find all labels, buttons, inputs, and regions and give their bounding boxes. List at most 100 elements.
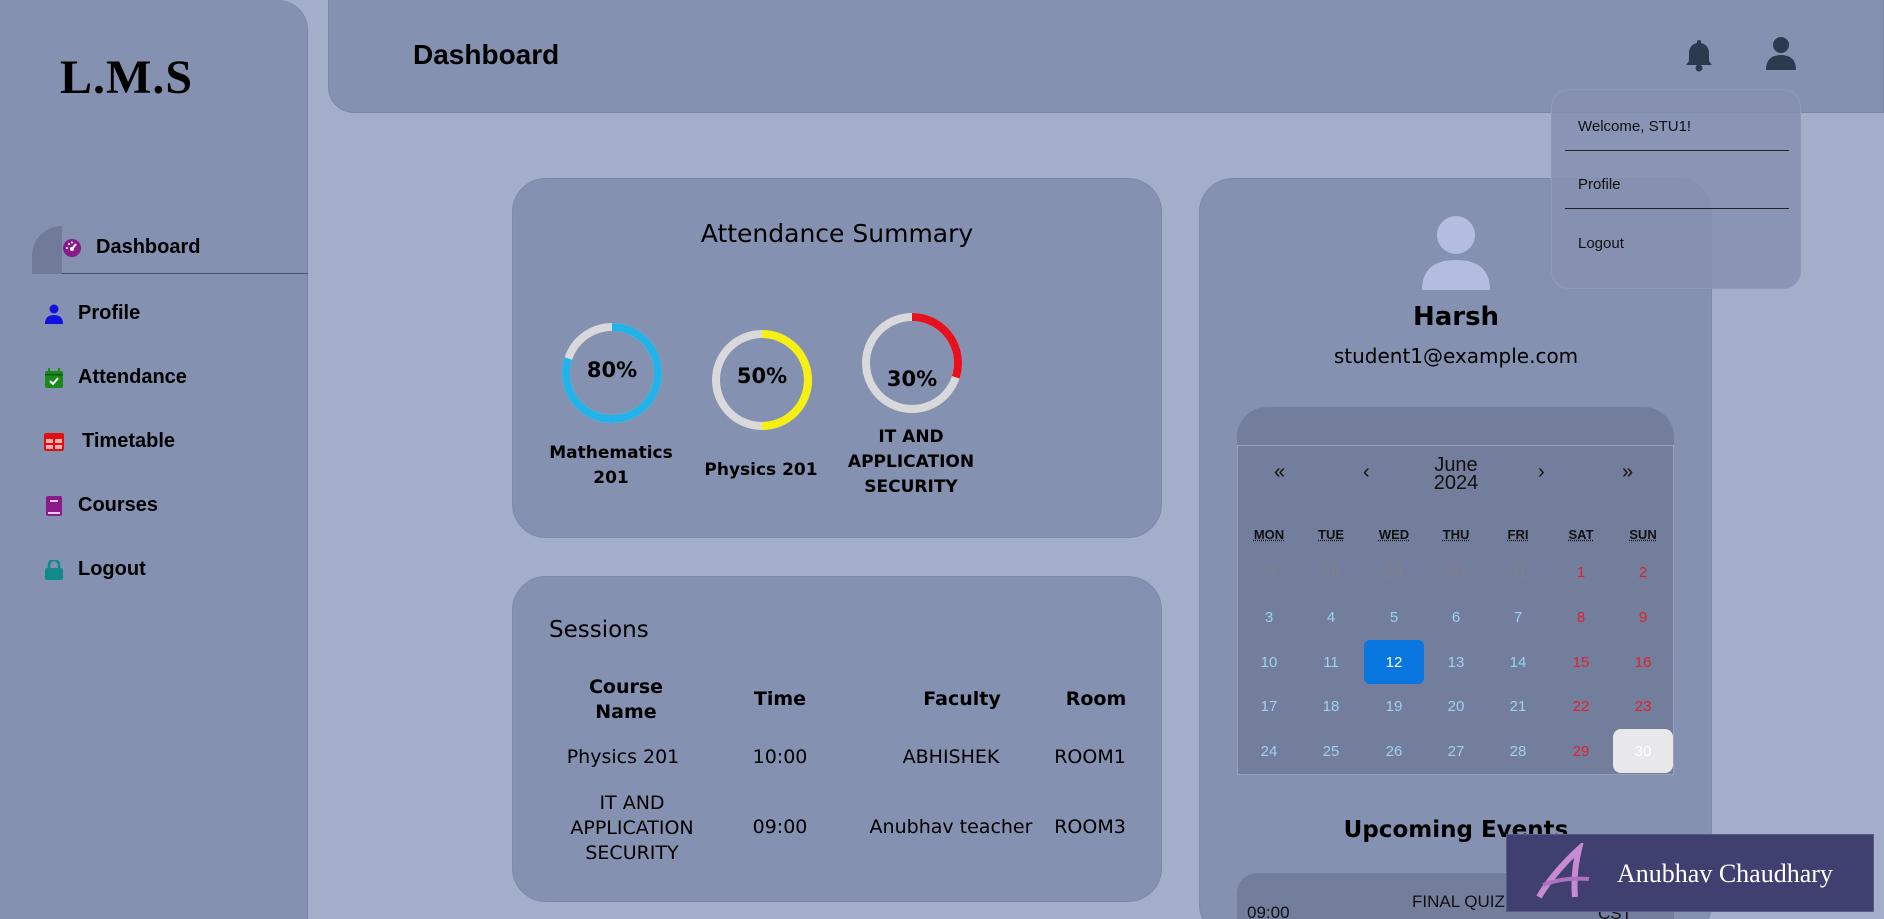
- calendar-day[interactable]: 29: [1551, 729, 1611, 773]
- divider: [1565, 208, 1789, 209]
- divider: [1565, 150, 1789, 151]
- table-cell: 10:00: [740, 745, 820, 770]
- calendar-day[interactable]: 30: [1613, 729, 1673, 773]
- watermark-text: Anubhav Chaudhary: [1617, 859, 1833, 889]
- sidebar-item-timetable[interactable]: Timetable: [44, 430, 175, 453]
- profile-email: student1@example.com: [1200, 344, 1712, 368]
- prev-month-button[interactable]: ‹: [1363, 461, 1370, 484]
- calendar-day[interactable]: 22: [1551, 684, 1611, 728]
- table-cell: Physics 201: [548, 745, 698, 770]
- calendar-day[interactable]: 8: [1551, 595, 1611, 639]
- next-year-button[interactable]: »: [1622, 461, 1633, 484]
- lock-icon: [44, 560, 64, 580]
- table-cell: ROOM1: [1050, 745, 1130, 770]
- calendar-day[interactable]: 13: [1426, 640, 1486, 684]
- watermark-logo: [1533, 843, 1607, 908]
- calendar-day[interactable]: 4: [1301, 595, 1361, 639]
- calendar-day[interactable]: 20: [1426, 684, 1486, 728]
- calendar-month-label[interactable]: June 2024: [1400, 456, 1512, 492]
- calendar-day[interactable]: 29: [1364, 550, 1424, 594]
- menu-item-profile[interactable]: Profile: [1578, 176, 1621, 193]
- attendance-title: Attendance Summary: [513, 219, 1161, 248]
- sidebar-item-label: Logout: [78, 558, 146, 581]
- calendar-day[interactable]: 19: [1364, 684, 1424, 728]
- calendar-day[interactable]: 1: [1551, 550, 1611, 594]
- calendar-day[interactable]: 17: [1239, 684, 1299, 728]
- calendar-day[interactable]: 6: [1426, 595, 1486, 639]
- page-title: Dashboard: [413, 39, 559, 71]
- calendar-day[interactable]: 3: [1239, 595, 1299, 639]
- attendance-percent: 30%: [859, 367, 965, 391]
- calendar-day[interactable]: 9: [1613, 595, 1673, 639]
- calendar-day[interactable]: 27: [1239, 550, 1299, 594]
- sessions-title: Sessions: [549, 617, 649, 643]
- sidebar-item-attendance[interactable]: Attendance: [44, 366, 187, 389]
- sidebar-item-label: Dashboard: [96, 236, 200, 259]
- calendar-year: 2024: [1400, 474, 1512, 492]
- sidebar-item-dashboard[interactable]: Dashboard: [62, 236, 200, 259]
- app-logo: L.M.S: [60, 50, 193, 105]
- column-header: Course Name: [565, 675, 687, 725]
- donut-physics: 50%: [709, 327, 815, 433]
- calendar-day[interactable]: 16: [1613, 640, 1673, 684]
- calendar-check-icon: [44, 368, 64, 388]
- table-cell: ABHISHEK: [862, 745, 1040, 770]
- calendar-day[interactable]: 21: [1488, 684, 1548, 728]
- calendar-day[interactable]: 18: [1301, 684, 1361, 728]
- subject-label: IT AND APPLICATION SECURITY: [836, 425, 986, 500]
- menu-item-logout[interactable]: Logout: [1578, 235, 1624, 252]
- person-icon: [44, 304, 64, 324]
- column-header: Time: [740, 687, 820, 712]
- avatar: [1420, 216, 1492, 295]
- subject-label: Mathematics 201: [536, 441, 686, 491]
- calendar-day[interactable]: 12: [1364, 640, 1424, 684]
- user-menu-icon[interactable]: [1766, 36, 1796, 75]
- weekday-label: TUE: [1306, 527, 1356, 542]
- event-title: FINAL QUIZ: [1412, 892, 1505, 912]
- table-cell: IT AND APPLICATION SECURITY: [562, 791, 702, 866]
- calendar-day[interactable]: 23: [1613, 684, 1673, 728]
- donut-it-security: 30%: [859, 310, 965, 416]
- weekday-label: MON: [1244, 527, 1294, 542]
- calendar-day[interactable]: 24: [1239, 729, 1299, 773]
- calendar-day[interactable]: 5: [1364, 595, 1424, 639]
- sidebar-item-profile[interactable]: Profile: [44, 302, 140, 325]
- user-dropdown-menu: Welcome, STU1! Profile Logout: [1551, 89, 1801, 289]
- book-icon: [44, 496, 64, 516]
- calendar-day[interactable]: 27: [1426, 729, 1486, 773]
- weekday-label: SUN: [1618, 527, 1668, 542]
- calendar-day[interactable]: 31: [1488, 550, 1548, 594]
- calendar-day[interactable]: 11: [1301, 640, 1361, 684]
- sidebar: L.M.S: [0, 0, 308, 919]
- table-cell: 09:00: [740, 815, 820, 840]
- calendar-day[interactable]: 28: [1301, 550, 1361, 594]
- calendar-day[interactable]: 15: [1551, 640, 1611, 684]
- weekday-label: SAT: [1556, 527, 1606, 542]
- weekday-label: FRI: [1493, 527, 1543, 542]
- speedometer-icon: [62, 238, 82, 258]
- calendar-day[interactable]: 28: [1488, 729, 1548, 773]
- attendance-percent: 50%: [709, 364, 815, 388]
- attendance-percent: 80%: [559, 358, 665, 382]
- calendar-day[interactable]: 14: [1488, 640, 1548, 684]
- prev-year-button[interactable]: «: [1274, 461, 1285, 484]
- sidebar-item-courses[interactable]: Courses: [44, 494, 158, 517]
- sidebar-item-logout[interactable]: Logout: [44, 558, 146, 581]
- calendar-day[interactable]: 30: [1426, 550, 1486, 594]
- table-cell: Anubhav teacher: [862, 815, 1040, 840]
- bell-icon[interactable]: [1684, 38, 1714, 77]
- sidebar-item-label: Timetable: [82, 430, 175, 453]
- table-cell: ROOM3: [1050, 815, 1130, 840]
- event-time: 09:00: [1247, 903, 1290, 919]
- calendar-day[interactable]: 25: [1301, 729, 1361, 773]
- column-header: Room: [1056, 687, 1136, 712]
- calendar-day[interactable]: 7: [1488, 595, 1548, 639]
- calendar-day[interactable]: 10: [1239, 640, 1299, 684]
- calendar-day[interactable]: 2: [1613, 550, 1673, 594]
- next-month-button[interactable]: ›: [1538, 461, 1545, 484]
- watermark: Anubhav Chaudhary: [1506, 834, 1874, 912]
- calendar-day[interactable]: 26: [1364, 729, 1424, 773]
- profile-name: Harsh: [1200, 302, 1712, 332]
- sidebar-item-label: Courses: [78, 494, 158, 517]
- column-header: Faculty: [902, 687, 1022, 712]
